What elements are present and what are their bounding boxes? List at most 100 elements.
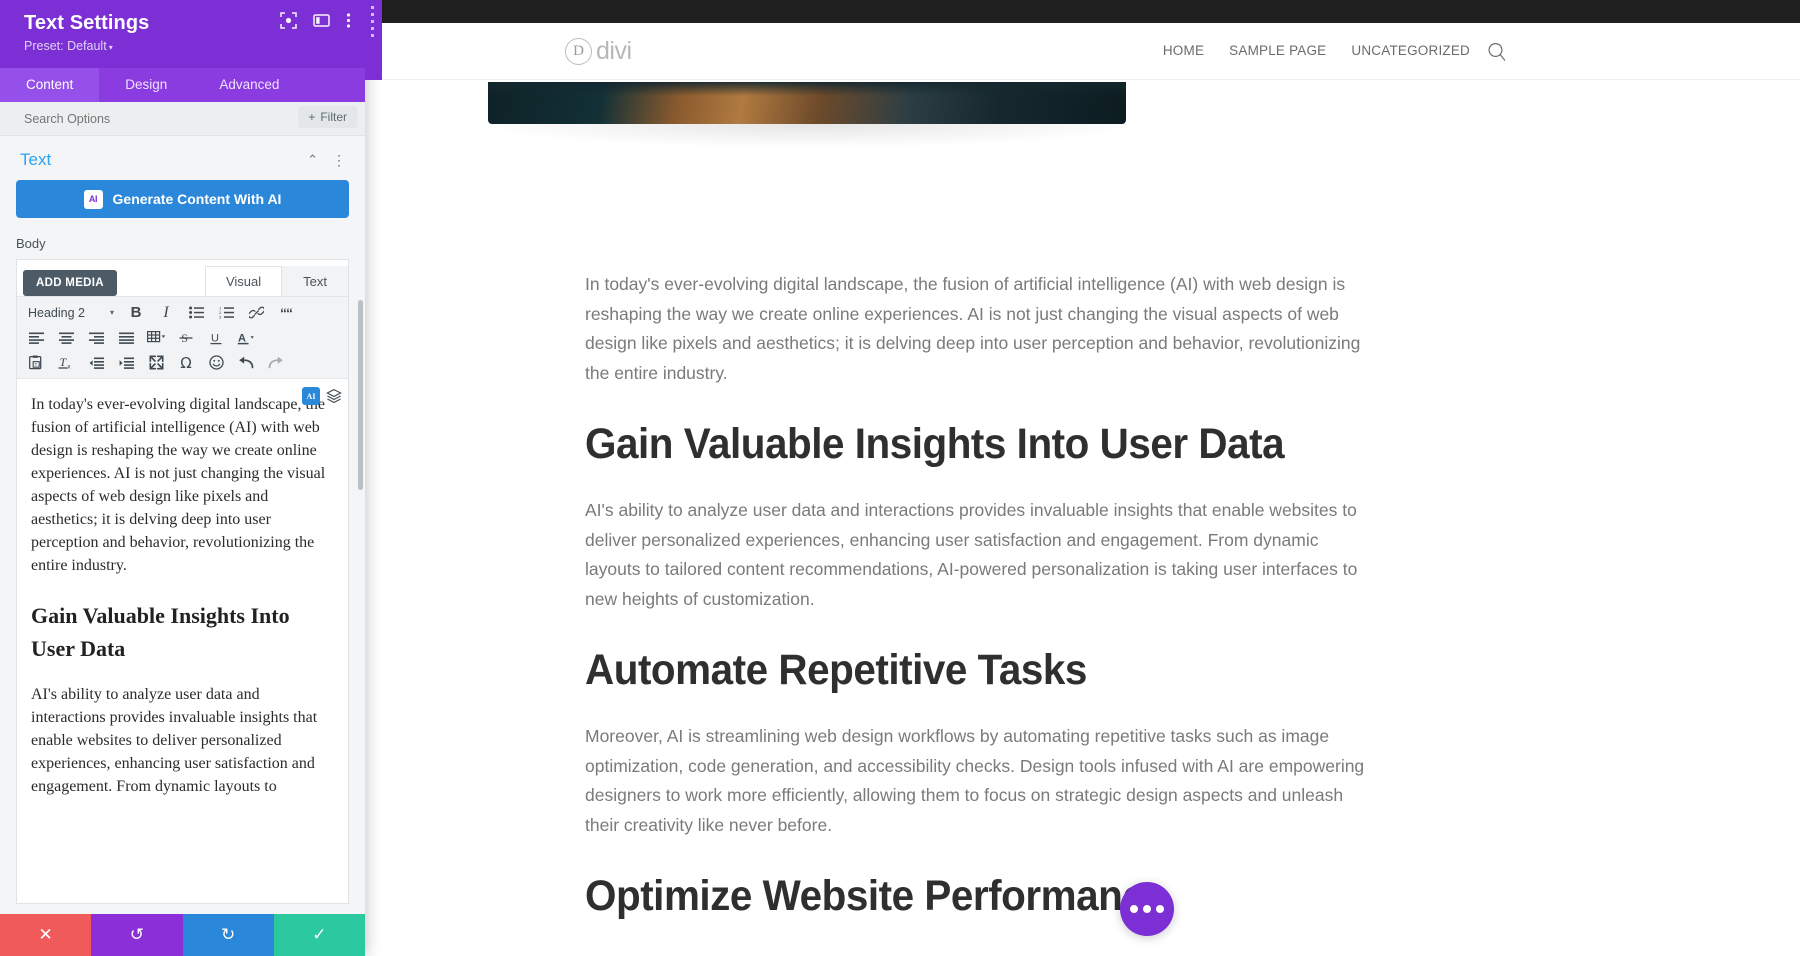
chevron-down-icon: ▾ bbox=[109, 308, 114, 317]
emoji-icon[interactable] bbox=[201, 350, 231, 375]
tab-advanced[interactable]: Advanced bbox=[193, 68, 305, 102]
chat-dot-1 bbox=[1130, 905, 1138, 913]
italic-icon[interactable]: I bbox=[151, 300, 181, 325]
undo-button[interactable]: ↺ bbox=[91, 914, 183, 956]
site-paragraph-2: AI's ability to analyze user data and in… bbox=[585, 500, 1358, 609]
search-options-bar: + Filter bbox=[0, 102, 365, 136]
indent-icon[interactable] bbox=[111, 350, 141, 375]
align-justify-icon[interactable] bbox=[111, 325, 141, 350]
editor-paragraph-2: AI's ability to analyze user data and in… bbox=[31, 686, 318, 795]
tab-content[interactable]: Content bbox=[0, 68, 100, 102]
hero-image-shadow bbox=[470, 124, 1146, 148]
site-heading-automate: Automate Repetitive Tasks bbox=[585, 646, 1087, 694]
link-icon[interactable] bbox=[241, 300, 271, 325]
save-button[interactable]: ✓ bbox=[273, 914, 365, 956]
align-left-icon[interactable] bbox=[21, 325, 51, 350]
cancel-button[interactable]: ✕ bbox=[0, 914, 92, 956]
ai-icon: AI bbox=[83, 189, 103, 209]
bulleted-list-icon[interactable] bbox=[181, 300, 211, 325]
svg-text:U: U bbox=[211, 332, 219, 344]
redo-button[interactable]: ↻ bbox=[182, 914, 274, 956]
generate-content-with-ai-button[interactable]: AI Generate Content With AI bbox=[16, 180, 349, 218]
chevron-down-icon: ▾ bbox=[108, 43, 113, 52]
generate-ai-label: Generate Content With AI bbox=[112, 191, 282, 207]
chat-bubble-icon[interactable] bbox=[1120, 882, 1174, 936]
toolbar-row-3: T Tx Ω bbox=[21, 350, 344, 375]
filter-button[interactable]: + Filter bbox=[298, 106, 357, 128]
text-color-icon[interactable]: A bbox=[231, 325, 261, 350]
tab-visual[interactable]: Visual bbox=[204, 266, 283, 296]
editor-paragraph-1: In today's ever-evolving digital landsca… bbox=[31, 396, 326, 574]
site-heading-optimize: Optimize Website Performance bbox=[585, 872, 1167, 920]
plus-icon: + bbox=[308, 110, 316, 124]
panel-tabs: Content Design Advanced bbox=[0, 68, 365, 102]
ai-icon[interactable]: AI bbox=[302, 387, 320, 405]
focus-frame-icon[interactable] bbox=[280, 12, 297, 29]
svg-text:x: x bbox=[67, 364, 71, 370]
tab-design[interactable]: Design bbox=[99, 68, 193, 102]
text-settings-panel: Text Settings Preset: Default ▾ Content … bbox=[0, 0, 365, 956]
panel-header-actions bbox=[280, 12, 351, 29]
blockquote-icon[interactable]: ““ bbox=[271, 300, 301, 325]
editor-format-toolbar: Heading 2 ▾ B I 123 ““ S U A T T x Ω bbox=[17, 296, 348, 379]
preset-selector[interactable]: Preset: Default ▾ bbox=[24, 39, 349, 53]
editor-toolbar-top: ADD MEDIA Visual Text bbox=[17, 260, 348, 296]
format-select-value: Heading 2 bbox=[28, 305, 85, 320]
chevron-up-icon[interactable]: ⌃ bbox=[307, 152, 318, 168]
format-select[interactable]: Heading 2 ▾ bbox=[21, 300, 121, 325]
divi-logo-mark: D bbox=[565, 38, 592, 65]
clear-formatting-icon[interactable]: Tx bbox=[51, 350, 81, 375]
site-paragraph-3: Moreover, AI is streamlining web design … bbox=[585, 726, 1365, 835]
nav-item-home[interactable]: HOME bbox=[1163, 43, 1204, 58]
hero-image bbox=[488, 82, 1126, 124]
section-more-icon[interactable]: ⋮ bbox=[332, 152, 347, 169]
redo-icon[interactable] bbox=[261, 350, 291, 375]
svg-text:T: T bbox=[35, 362, 38, 367]
svg-text:3: 3 bbox=[219, 315, 222, 319]
site-paragraph-1: In today's ever-evolving digital landsca… bbox=[585, 274, 1361, 383]
site-content: In today's ever-evolving digital landsca… bbox=[585, 270, 1375, 948]
nav-item-uncategorized[interactable]: UNCATEGORIZED bbox=[1351, 43, 1470, 58]
builder-edge-strip bbox=[365, 0, 382, 80]
align-center-icon[interactable] bbox=[51, 325, 81, 350]
editor-mode-tabs: Visual Text bbox=[204, 266, 348, 296]
svg-text:A: A bbox=[238, 332, 246, 344]
special-character-icon[interactable]: Ω bbox=[171, 350, 201, 375]
numbered-list-icon[interactable]: 123 bbox=[211, 300, 241, 325]
body-field-label: Body bbox=[16, 236, 46, 251]
site-logo[interactable]: D divi bbox=[565, 37, 632, 66]
section-title: Text bbox=[20, 150, 52, 169]
filter-button-label: Filter bbox=[320, 110, 347, 124]
chat-dot-2 bbox=[1143, 905, 1151, 913]
fullscreen-icon[interactable] bbox=[141, 350, 171, 375]
panel-header: Text Settings Preset: Default ▾ bbox=[0, 0, 365, 68]
strikethrough-icon[interactable]: S bbox=[171, 325, 201, 350]
paste-as-text-icon[interactable]: T bbox=[21, 350, 51, 375]
layers-icon[interactable] bbox=[326, 388, 342, 404]
undo-icon[interactable] bbox=[231, 350, 261, 375]
table-icon[interactable] bbox=[141, 325, 171, 350]
underline-icon[interactable]: U bbox=[201, 325, 231, 350]
panel-scrollbar[interactable] bbox=[358, 300, 363, 490]
bold-icon[interactable]: B bbox=[121, 300, 151, 325]
editor-floating-actions: AI bbox=[302, 387, 342, 405]
toolbar-row-1: Heading 2 ▾ B I 123 ““ bbox=[21, 300, 344, 325]
layout-panel-icon[interactable] bbox=[313, 12, 330, 29]
outdent-icon[interactable] bbox=[81, 350, 111, 375]
search-icon[interactable] bbox=[1486, 41, 1508, 63]
more-vertical-icon[interactable] bbox=[346, 12, 351, 29]
toolbar-row-2: S U A bbox=[21, 325, 344, 350]
divi-logo-text: divi bbox=[596, 37, 632, 65]
nav-item-sample-page[interactable]: SAMPLE PAGE bbox=[1229, 43, 1326, 58]
tab-text[interactable]: Text bbox=[282, 266, 348, 296]
align-right-icon[interactable] bbox=[81, 325, 111, 350]
preset-label: Preset: Default bbox=[24, 39, 107, 53]
site-heading-insights: Gain Valuable Insights Into User Data bbox=[585, 420, 1285, 468]
panel-action-bar: ✕ ↺ ↻ ✓ bbox=[0, 914, 365, 956]
app-root: D divi HOME SAMPLE PAGE UNCATEGORIZED In… bbox=[0, 0, 1800, 956]
site-navigation: HOME SAMPLE PAGE UNCATEGORIZED bbox=[1163, 43, 1470, 58]
editor-content-area[interactable]: AI In today's ever-evolving digital land… bbox=[17, 379, 348, 903]
editor-heading-insights: Gain Valuable Insights Into User Data bbox=[31, 603, 290, 661]
text-section-header: Text ⌃ ⋮ bbox=[0, 136, 365, 180]
add-media-button[interactable]: ADD MEDIA bbox=[23, 270, 117, 296]
